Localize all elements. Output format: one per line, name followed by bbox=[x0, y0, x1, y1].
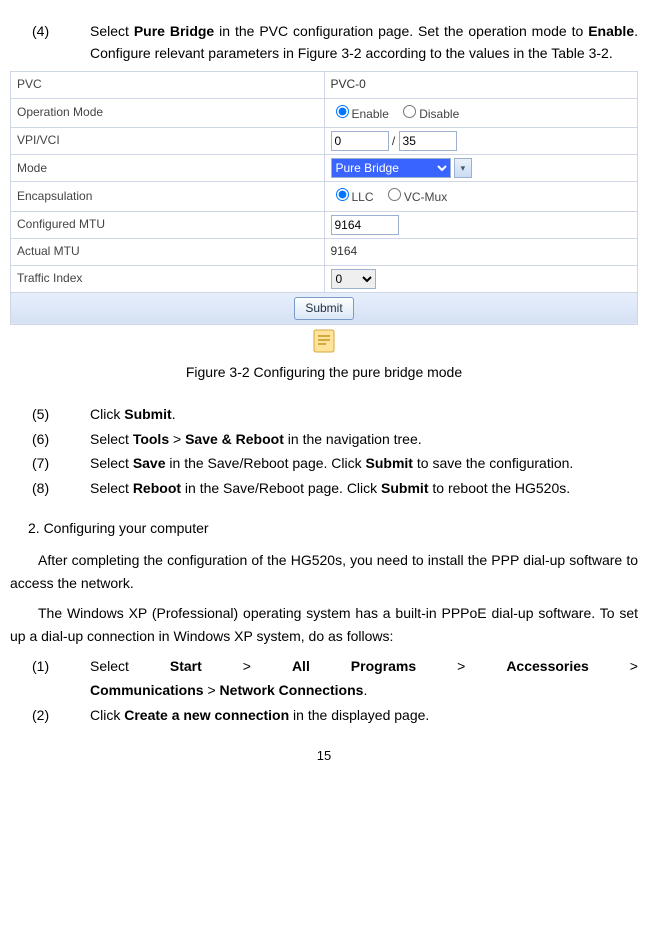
bstep-1-num: (1) bbox=[10, 655, 90, 677]
vpi-slash: / bbox=[389, 134, 399, 148]
pvc-label: PVC bbox=[11, 71, 325, 98]
note-icon bbox=[310, 327, 338, 355]
step-8-num: (8) bbox=[10, 477, 90, 499]
cmtu-input[interactable] bbox=[331, 215, 399, 235]
step-7-text: Select Save in the Save/Reboot page. Cli… bbox=[90, 452, 638, 474]
submit-button[interactable]: Submit bbox=[294, 297, 353, 320]
bstep-1-text-cont: Communications > Network Connections. bbox=[90, 679, 638, 701]
section-2-heading: 2. Configuring your computer bbox=[28, 517, 638, 539]
traffic-select[interactable]: 0 bbox=[331, 269, 376, 289]
figure-caption: Figure 3-2 Configuring the pure bridge m… bbox=[10, 361, 638, 383]
llc-radio[interactable] bbox=[336, 188, 349, 201]
bstep-1-text: Select Start > All Programs > Accessorie… bbox=[90, 655, 638, 677]
pvc-config-table: PVC PVC-0 Operation Mode Enable Disable … bbox=[10, 71, 638, 325]
step-5-text: Click Submit. bbox=[90, 403, 638, 425]
step-6-num: (6) bbox=[10, 428, 90, 450]
step-4-text: Select Pure Bridge in the PVC configurat… bbox=[90, 20, 638, 65]
traffic-label: Traffic Index bbox=[11, 265, 325, 292]
page-number: 15 bbox=[10, 746, 638, 767]
para-1: After completing the configuration of th… bbox=[10, 549, 638, 594]
cmtu-label: Configured MTU bbox=[11, 211, 325, 238]
disable-radio[interactable] bbox=[403, 105, 416, 118]
step-5-num: (5) bbox=[10, 403, 90, 425]
opmode-radios: Enable Disable bbox=[331, 107, 466, 121]
enable-radio[interactable] bbox=[336, 105, 349, 118]
amtu-value: 9164 bbox=[324, 238, 638, 265]
pvc-value: PVC-0 bbox=[324, 71, 638, 98]
amtu-label: Actual MTU bbox=[11, 238, 325, 265]
para-2: The Windows XP (Professional) operating … bbox=[10, 602, 638, 647]
encap-label: Encapsulation bbox=[11, 182, 325, 211]
chevron-down-icon[interactable]: ▾ bbox=[454, 158, 472, 178]
step-4-num: (4) bbox=[10, 20, 90, 65]
mode-select[interactable]: Pure Bridge bbox=[331, 158, 451, 178]
mode-label: Mode bbox=[11, 155, 325, 182]
vpi-label: VPI/VCI bbox=[11, 127, 325, 154]
opmode-label: Operation Mode bbox=[11, 98, 325, 127]
encap-radios: LLC VC-Mux bbox=[331, 190, 454, 204]
step-7-num: (7) bbox=[10, 452, 90, 474]
step-6-text: Select Tools > Save & Reboot in the navi… bbox=[90, 428, 638, 450]
vci-input[interactable] bbox=[399, 131, 457, 151]
bstep-2-num: (2) bbox=[10, 704, 90, 726]
step-8-text: Select Reboot in the Save/Reboot page. C… bbox=[90, 477, 638, 499]
vcmux-radio[interactable] bbox=[388, 188, 401, 201]
bstep-2-text: Click Create a new connection in the dis… bbox=[90, 704, 638, 726]
vpi-input[interactable] bbox=[331, 131, 389, 151]
